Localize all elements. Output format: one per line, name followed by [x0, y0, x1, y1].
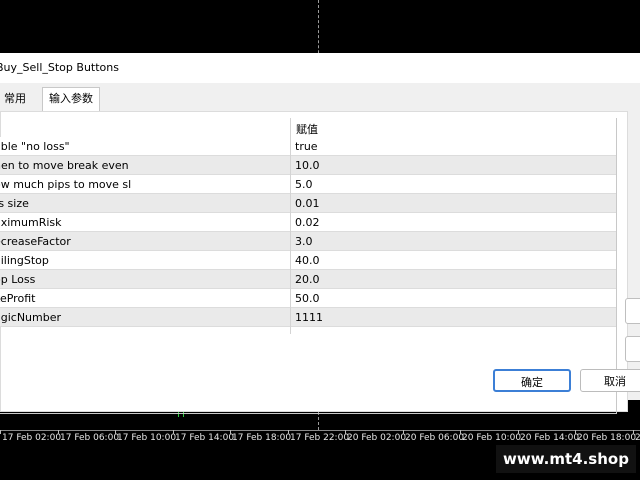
parameter-name: agicNumber — [0, 311, 62, 324]
parameter-row[interactable]: ow much pips to move sl 5.0 — [0, 175, 616, 194]
axis-tick — [460, 430, 461, 434]
parameter-name: hen to move break even — [0, 159, 129, 172]
parameter-value[interactable]: 0.01 — [295, 197, 320, 210]
axis-tick — [403, 430, 404, 434]
axis-tick — [575, 430, 576, 434]
parameter-row[interactable]: ailingStop 40.0 — [0, 251, 616, 270]
parameter-value[interactable]: 3.0 — [295, 235, 313, 248]
axis-tick — [58, 430, 59, 434]
side-load-button[interactable] — [625, 298, 640, 324]
axis-label: 17 Feb 18:00 — [232, 433, 292, 443]
parameter-row[interactable]: op Loss 20.0 — [0, 270, 616, 289]
parameter-value[interactable]: 10.0 — [295, 159, 320, 172]
parameter-value[interactable]: 40.0 — [295, 254, 320, 267]
cancel-button[interactable]: 取消 — [580, 369, 640, 392]
watermark: www.mt4.shop — [496, 445, 636, 473]
tab-input-parameters[interactable]: 输入参数 — [42, 87, 100, 111]
tab-panel: 赋值 able "no loss" true hen to move break e… — [0, 111, 628, 414]
axis-tick — [0, 430, 1, 434]
parameter-name: able "no loss" — [0, 140, 70, 153]
axis-label: 20 Feb 02:00 — [347, 433, 407, 443]
axis-label: 17 Feb 02:00 — [2, 433, 62, 443]
axis-tick — [345, 430, 346, 434]
parameter-row[interactable]: agicNumber 1111 — [0, 308, 616, 327]
parameter-row[interactable]: hen to move break even 10.0 — [0, 156, 616, 175]
axis-label: 20 Feb 10:00 — [462, 433, 522, 443]
parameter-name: aximumRisk — [0, 216, 62, 229]
parameter-name: ow much pips to move sl — [0, 178, 132, 191]
title-bar[interactable]: Buy_Sell_Stop Buttons — [0, 53, 640, 83]
parameter-name: op Loss — [0, 273, 36, 286]
row-divider — [0, 326, 616, 327]
parameter-value[interactable]: 5.0 — [295, 178, 313, 191]
parameter-value[interactable]: true — [295, 140, 318, 153]
parameter-row[interactable]: keProfit 50.0 — [0, 289, 616, 308]
axis-label: 20 Feb 06:00 — [405, 433, 465, 443]
grid-header: 赋值 — [0, 118, 616, 136]
column-separator — [290, 118, 291, 334]
parameter-name: ts size — [0, 197, 29, 210]
axis-label: 17 Feb 06:00 — [60, 433, 120, 443]
parameter-row[interactable]: ecreaseFactor 3.0 — [0, 232, 616, 251]
axis-tick — [518, 430, 519, 434]
parameter-value[interactable]: 1111 — [295, 311, 323, 324]
axis-tick — [288, 430, 289, 434]
parameter-row[interactable]: aximumRisk 0.02 — [0, 213, 616, 232]
axis-label: 20 — [635, 433, 640, 443]
axis-label: 17 Feb 22:00 — [290, 433, 350, 443]
axis-tick — [115, 430, 116, 434]
parameter-value[interactable]: 50.0 — [295, 292, 320, 305]
tab-common[interactable]: 常用 — [0, 89, 32, 109]
tab-bar: 常用 输入参数 — [0, 87, 640, 111]
parameter-value[interactable]: 0.02 — [295, 216, 320, 229]
axis-label: 17 Feb 14:00 — [175, 433, 235, 443]
axis-label: 20 Feb 18:00 — [577, 433, 637, 443]
parameter-name: ecreaseFactor — [0, 235, 71, 248]
axis-tick — [633, 430, 634, 434]
axis-label: 17 Feb 10:00 — [117, 433, 177, 443]
parameter-name: keProfit — [0, 292, 36, 305]
ok-button[interactable]: 确定 — [493, 369, 571, 392]
parameter-row[interactable]: able "no loss" true — [0, 137, 616, 156]
side-save-button[interactable] — [625, 336, 640, 362]
window-title: Buy_Sell_Stop Buttons — [0, 61, 119, 74]
parameter-row[interactable]: ts size 0.01 — [0, 194, 616, 213]
parameter-value[interactable]: 20.0 — [295, 273, 320, 286]
axis-label: 20 Feb 14:00 — [520, 433, 580, 443]
expert-properties-dialog: Buy_Sell_Stop Buttons 常用 输入参数 赋值 able "n… — [0, 53, 640, 414]
parameter-name: ailingStop — [0, 254, 49, 267]
axis-tick — [173, 430, 174, 434]
value-column-header: 赋值 — [296, 123, 318, 136]
axis-tick — [230, 430, 231, 434]
